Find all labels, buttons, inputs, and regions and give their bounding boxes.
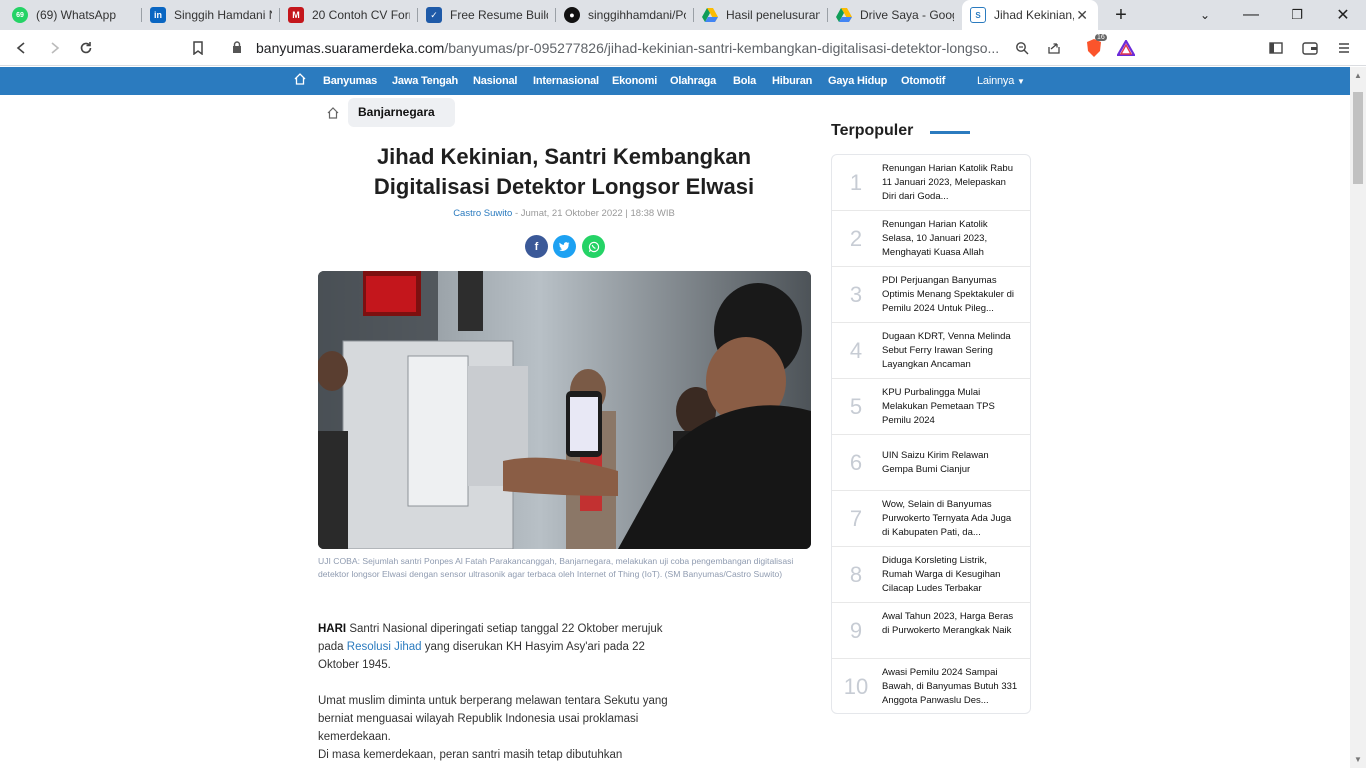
restore-icon[interactable]: ❐ — [1274, 0, 1320, 30]
tab-whatsapp[interactable]: 69 (69) WhatsApp — [4, 0, 142, 30]
shield-icon: ✓ — [426, 7, 442, 23]
tab-title: Singgih Hamdani N — [174, 8, 272, 22]
m-logo-icon: M — [288, 7, 304, 23]
popular-item[interactable]: 5 KPU Purbalingga Mulai Melakukan Pemetaa… — [832, 379, 1030, 435]
scroll-up-icon[interactable]: ▲ — [1354, 71, 1362, 80]
breadcrumb-category[interactable]: Banjarnegara — [348, 98, 455, 127]
google-drive-icon — [702, 7, 718, 23]
share-facebook-icon[interactable]: f — [525, 235, 548, 258]
tab-linkedin[interactable]: in Singgih Hamdani N — [142, 0, 280, 30]
article-title: Jihad Kekinian, Santri Kembangkan Digita… — [373, 144, 755, 199]
github-icon: ● — [564, 7, 580, 23]
zoom-icon[interactable] — [1010, 36, 1034, 60]
page-scrollbar[interactable]: ▲ ▼ — [1350, 67, 1366, 768]
popular-item[interactable]: 10 Awasi Pemilu 2024 Sampai Bawah, di Ban… — [832, 659, 1030, 715]
popular-item[interactable]: 9 Awal Tahun 2023, Harga Beras di Purwoke… — [832, 603, 1030, 659]
nav-item-gaya-hidup[interactable]: Gaya Hidup — [828, 67, 887, 95]
tab-title: Drive Saya - Googl — [860, 8, 954, 22]
tab-search-chevron-icon[interactable]: ⌄ — [1182, 0, 1228, 30]
nav-item-banyumas[interactable]: Banyumas — [323, 67, 377, 95]
article-photo[interactable] — [318, 271, 811, 549]
tab-title: Jihad Kekinian, S — [994, 8, 1074, 22]
popular-item[interactable]: 3 PDI Perjuangan Banyumas Optimis Menang … — [832, 267, 1030, 323]
share-twitter-icon[interactable] — [553, 235, 576, 258]
popular-item[interactable]: 1 Renungan Harian Katolik Rabu 11 Januari… — [832, 155, 1030, 211]
wallet-icon[interactable] — [1298, 36, 1322, 60]
google-drive-icon — [836, 7, 852, 23]
publish-date: - Jumat, 21 Oktober 2022 | 18:38 WIB — [512, 208, 675, 219]
nav-item-nasional[interactable]: Nasional — [473, 67, 517, 95]
resolusi-jihad-link[interactable]: Resolusi Jihad — [347, 641, 422, 653]
linkedin-icon: in — [150, 7, 166, 23]
popular-heading: Terpopuler — [831, 122, 914, 139]
photo-caption: UJI COBA: Sejumlah santri Ponpes Al Fata… — [318, 556, 794, 579]
back-icon[interactable] — [10, 36, 34, 60]
nav-item-bola[interactable]: Bola — [733, 67, 756, 95]
breadcrumb: Banjarnegara — [318, 98, 455, 127]
tab-title: singgihhamdani/Po — [588, 8, 686, 22]
share-whatsapp-icon[interactable] — [582, 235, 605, 258]
nav-item-olahraga[interactable]: Olahraga — [670, 67, 716, 95]
breadcrumb-home-icon[interactable] — [318, 98, 348, 127]
close-tab-icon[interactable]: ✕ — [1076, 7, 1088, 24]
brave-shield-icon[interactable]: 16 — [1082, 34, 1107, 60]
article-byline: Castro Suwito - Jumat, 21 Oktober 2022 |… — [318, 208, 810, 219]
nav-item-internasional[interactable]: Internasional — [533, 67, 599, 95]
tab-search-results[interactable]: Hasil penelusuran — [694, 0, 828, 30]
close-window-icon[interactable]: ✕ — [1320, 0, 1366, 30]
nav-item-jawa-tengah[interactable]: Jawa Tengah — [392, 67, 458, 95]
nav-item-otomotif[interactable]: Otomotif — [901, 67, 945, 95]
whatsapp-icon: 69 — [12, 7, 28, 23]
popular-item[interactable]: 4 Dugaan KDRT, Venna Melinda Sebut Ferry … — [832, 323, 1030, 379]
popular-list: 1 Renungan Harian Katolik Rabu 11 Januari… — [831, 154, 1031, 714]
menu-icon[interactable] — [1332, 36, 1356, 60]
lock-icon — [232, 40, 246, 56]
popular-item[interactable]: 8 Diduga Korsleting Listrik, Rumah Warga … — [832, 547, 1030, 603]
nav-item-hiburan[interactable]: Hiburan — [772, 67, 812, 95]
popular-item[interactable]: 6 UIN Saizu Kirim Relawan Gempa Bumi Cian… — [832, 435, 1030, 491]
tab-title: Free Resume Build — [450, 8, 548, 22]
brave-shield-count: 16 — [1095, 34, 1107, 41]
popular-item[interactable]: 7 Wow, Selain di Banyumas Purwokerto Tern… — [832, 491, 1030, 547]
article-paragraph-1: HARI Santri Nasional diperingati setiap … — [318, 623, 663, 671]
site-navigation: Banyumas Jawa Tengah Nasional Internasio… — [0, 67, 1350, 95]
tab-title: Hasil penelusuran — [726, 8, 820, 22]
article-paragraph-2: Umat muslim diminta untuk berperang mela… — [318, 695, 668, 743]
tab-strip: 69 (69) WhatsApp in Singgih Hamdani N M … — [0, 0, 1366, 30]
suara-merdeka-icon: S — [970, 7, 986, 23]
scroll-thumb[interactable] — [1353, 92, 1363, 184]
tab-title: (69) WhatsApp — [36, 8, 117, 22]
chevron-down-icon: ▼ — [1017, 77, 1025, 86]
browser-toolbar: banyumas.suaramerdeka.com/banyumas/pr-09… — [0, 30, 1366, 66]
nav-item-ekonomi[interactable]: Ekonomi — [612, 67, 657, 95]
share-page-icon[interactable] — [1042, 36, 1066, 60]
tab-drive[interactable]: Drive Saya - Googl — [828, 0, 962, 30]
tab-active-article[interactable]: S Jihad Kekinian, S ✕ — [962, 0, 1098, 30]
address-bar[interactable]: banyumas.suaramerdeka.com/banyumas/pr-09… — [222, 34, 1144, 62]
nav-item-lainnya[interactable]: Lainnya ▼ — [977, 67, 1025, 95]
heading-underline — [930, 131, 970, 134]
tab-resume[interactable]: ✓ Free Resume Build — [418, 0, 556, 30]
author-link[interactable]: Castro Suwito — [453, 208, 512, 219]
minimize-icon[interactable]: — — [1228, 0, 1274, 30]
popular-item[interactable]: 2 Renungan Harian Katolik Selasa, 10 Janu… — [832, 211, 1030, 267]
sidebar-toggle-icon[interactable] — [1264, 36, 1288, 60]
brave-rewards-icon[interactable] — [1114, 36, 1138, 60]
home-icon[interactable] — [294, 73, 308, 87]
scroll-down-icon[interactable]: ▼ — [1354, 755, 1362, 764]
reload-icon[interactable] — [74, 36, 98, 60]
tab-github[interactable]: ● singgihhamdani/Po — [556, 0, 694, 30]
bookmark-icon[interactable] — [186, 36, 210, 60]
new-tab-button[interactable]: + — [1098, 0, 1144, 30]
article-paragraph-3: Di masa kemerdekaan, peran santri masih … — [318, 749, 623, 761]
tab-cv[interactable]: M 20 Contoh CV Form — [280, 0, 418, 30]
url-text: banyumas.suaramerdeka.com/banyumas/pr-09… — [256, 40, 1000, 56]
tab-title: 20 Contoh CV Form — [312, 8, 410, 22]
forward-icon[interactable] — [42, 36, 66, 60]
